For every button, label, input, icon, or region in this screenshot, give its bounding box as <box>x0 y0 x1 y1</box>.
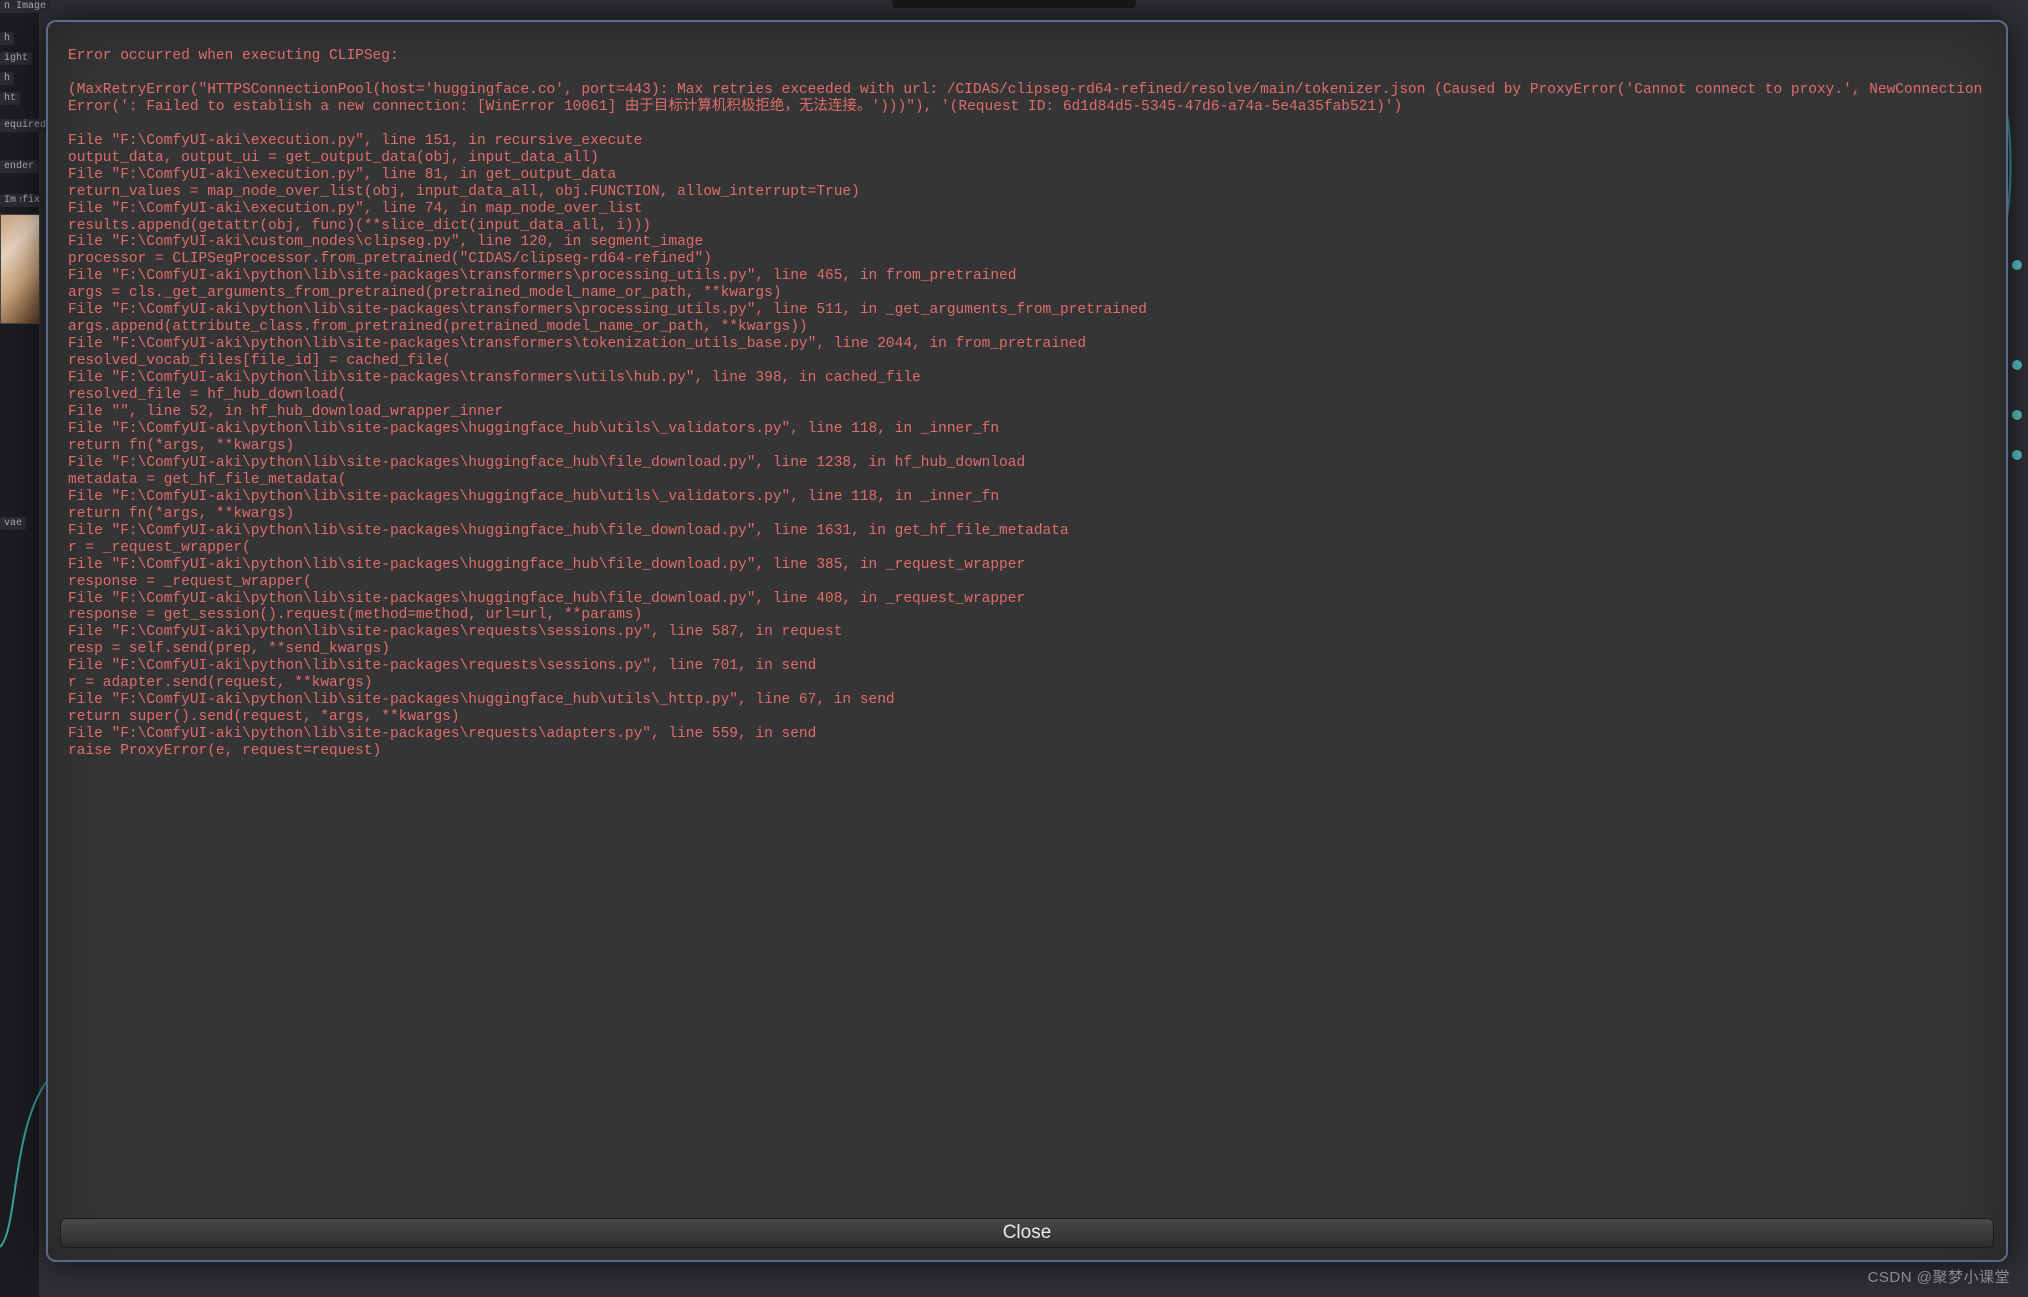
error-dialog: Error occurred when executing CLIPSeg: (… <box>46 20 2008 1262</box>
node-port[interactable] <box>2012 450 2022 460</box>
panel-label: ight <box>0 52 32 65</box>
panel-label: h <box>0 32 14 45</box>
close-button-label: Close <box>1003 1222 1052 1244</box>
close-button[interactable]: Close <box>60 1218 1994 1248</box>
panel-label: h <box>0 72 14 85</box>
top-tab-indicator <box>892 0 1135 8</box>
panel-label: Im <box>0 194 20 207</box>
node-port[interactable] <box>2012 360 2022 370</box>
panel-label: ender <box>0 160 38 173</box>
panel-label: n Image <box>0 0 50 13</box>
error-text-block[interactable]: Error occurred when executing CLIPSeg: (… <box>60 34 1994 1214</box>
panel-label: ht <box>0 92 20 105</box>
image-thumbnail[interactable] <box>0 214 40 324</box>
node-port[interactable] <box>2012 410 2022 420</box>
panel-label: equired <box>0 119 50 132</box>
panel-label: vae <box>0 517 26 530</box>
